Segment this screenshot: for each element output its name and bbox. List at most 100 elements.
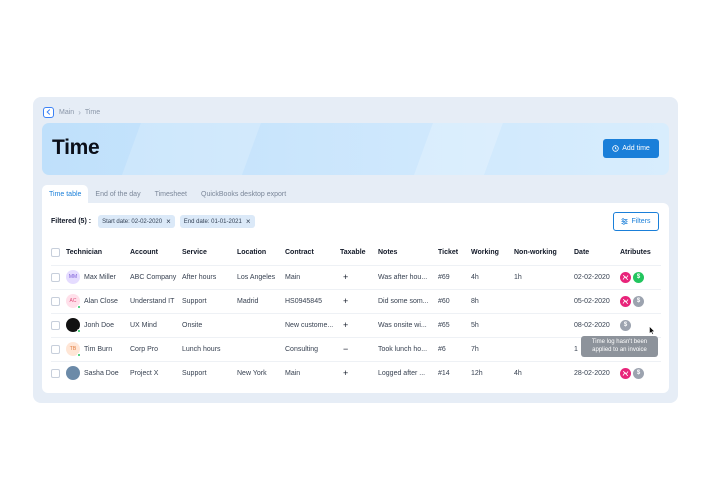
filtered-count: Filtered (5) : xyxy=(51,218,92,225)
column-header[interactable]: Location xyxy=(237,241,285,265)
technician-name: Alan Close xyxy=(84,297,118,305)
location-cell: Los Angeles xyxy=(237,264,285,289)
column-header[interactable]: Non-working xyxy=(514,241,574,265)
breadcrumb-time: Time xyxy=(84,108,101,116)
ticket-cell: #69 xyxy=(438,264,471,289)
row-checkbox-cell xyxy=(51,336,66,361)
technician: MM Max Miller xyxy=(66,270,130,284)
column-header[interactable]: Account xyxy=(130,241,182,265)
table-row[interactable]: TB Tim Burn Corp Pro Lunch hours Consulting −… xyxy=(51,336,661,361)
non-working-cell xyxy=(514,312,574,337)
table-row[interactable]: MM Max Miller ABC Company After hours Los An… xyxy=(51,264,661,289)
add-time-button[interactable]: Add time xyxy=(603,139,659,158)
attributes: $ xyxy=(620,271,661,283)
column-header[interactable]: Ticket xyxy=(438,241,471,265)
taxable-cell: + xyxy=(340,360,378,385)
tab-quickbooks-export[interactable]: QuickBooks desktop export xyxy=(194,185,293,203)
technician-cell: TB Tim Burn xyxy=(66,336,130,361)
technician: Jonh Doe xyxy=(66,318,130,333)
working-cell: 8h xyxy=(471,288,514,313)
back-button[interactable] xyxy=(43,106,54,118)
column-header[interactable]: Date xyxy=(574,241,620,265)
contract-cell: Main xyxy=(285,360,340,385)
no-charge-icon[interactable] xyxy=(620,271,631,283)
ticket-cell: #6 xyxy=(438,336,471,361)
location-cell: Madrid xyxy=(237,288,285,313)
technician-cell: Sasha Doe xyxy=(66,360,130,385)
column-header[interactable]: Contract xyxy=(285,241,340,265)
avatar: MM xyxy=(66,270,80,284)
select-all-checkbox[interactable] xyxy=(51,248,60,258)
close-icon[interactable]: × xyxy=(166,217,171,226)
notes-cell: Was onsite wi... xyxy=(378,312,438,337)
row-checkbox[interactable] xyxy=(51,296,60,306)
location-cell: New York xyxy=(237,360,285,385)
dollar-icon[interactable]: $ xyxy=(633,271,644,283)
page-title: Time xyxy=(52,136,100,159)
row-checkbox[interactable] xyxy=(51,320,60,330)
no-charge-icon[interactable] xyxy=(620,367,631,379)
avatar xyxy=(66,366,80,381)
page-header: Time Add time xyxy=(42,123,669,175)
table-row[interactable]: Jonh Doe UX Mind Onsite New custome... + Was … xyxy=(51,312,661,337)
contract-cell: Consulting xyxy=(285,336,340,361)
column-header[interactable]: Notes xyxy=(378,241,438,265)
working-cell: 4h xyxy=(471,264,514,289)
dollar-icon[interactable]: $ xyxy=(633,367,644,379)
column-header[interactable]: Technician xyxy=(66,241,130,265)
row-checkbox[interactable] xyxy=(51,344,60,354)
attributes-cell: $ xyxy=(620,264,661,289)
row-checkbox-cell xyxy=(51,264,66,289)
attributes-cell: $ xyxy=(620,288,661,313)
row-checkbox-cell xyxy=(51,288,66,313)
clock-icon xyxy=(612,145,619,152)
close-icon[interactable]: × xyxy=(246,217,251,226)
tab-timesheet[interactable]: Timesheet xyxy=(148,185,194,203)
account-cell: Understand IT xyxy=(130,288,182,313)
table-row[interactable]: Sasha Doe Project X Support New York Main + Lo… xyxy=(51,360,661,385)
row-checkbox[interactable] xyxy=(51,368,60,378)
breadcrumb-main[interactable]: Main xyxy=(59,109,74,116)
notes-cell: Did some som... xyxy=(378,288,438,313)
mouse-cursor-icon xyxy=(649,326,655,335)
service-cell: Onsite xyxy=(182,312,237,337)
avatar-initials: MM xyxy=(68,274,78,280)
column-header[interactable]: Working xyxy=(471,241,514,265)
header-decoration xyxy=(117,123,263,175)
account-cell: UX Mind xyxy=(130,312,182,337)
column-header[interactable]: Service xyxy=(182,241,237,265)
account-cell: Project X xyxy=(130,360,182,385)
tab-time-table[interactable]: Time table xyxy=(42,185,89,203)
technician-name: Jonh Doe xyxy=(84,321,114,329)
non-working-cell xyxy=(514,336,574,361)
date-cell: 05-02-2020 xyxy=(574,288,620,313)
ticket-cell: #60 xyxy=(438,288,471,313)
avatar: AC xyxy=(66,294,81,309)
table-row[interactable]: AC Alan Close Understand IT Support Madrid HS… xyxy=(51,288,661,313)
tooltip-line: Time log hasn't been xyxy=(591,339,648,345)
location-cell xyxy=(237,312,285,337)
ticket-cell: #65 xyxy=(438,312,471,337)
working-cell: 7h xyxy=(471,336,514,361)
notes-cell: Logged after ... xyxy=(378,360,438,385)
row-checkbox[interactable] xyxy=(51,272,60,282)
no-charge-icon[interactable] xyxy=(620,295,631,307)
chevron-right-icon: › xyxy=(78,107,81,117)
dollar-icon[interactable]: $ xyxy=(633,295,644,307)
ticket-cell: #14 xyxy=(438,360,471,385)
avatar xyxy=(66,318,81,333)
table-header-row: Technician Account Service Location Cont… xyxy=(51,241,661,265)
online-status-dot xyxy=(77,353,81,357)
dollar-icon[interactable]: $ xyxy=(620,319,631,331)
avatar-initials: AC xyxy=(69,298,77,304)
taxable-cell: + xyxy=(340,288,378,313)
contract-cell: HS0945845 xyxy=(285,288,340,313)
add-time-label: Add time xyxy=(622,145,650,152)
column-header[interactable]: Taxable xyxy=(340,241,378,265)
technician-cell: MM Max Miller xyxy=(66,264,130,289)
tab-end-of-the-day[interactable]: End of the day xyxy=(88,185,147,203)
filters-label: Filters xyxy=(631,218,651,225)
account-cell: Corp Pro xyxy=(130,336,182,361)
avatar-initials: TB xyxy=(69,346,77,352)
filters-button[interactable]: Filters xyxy=(613,212,659,231)
